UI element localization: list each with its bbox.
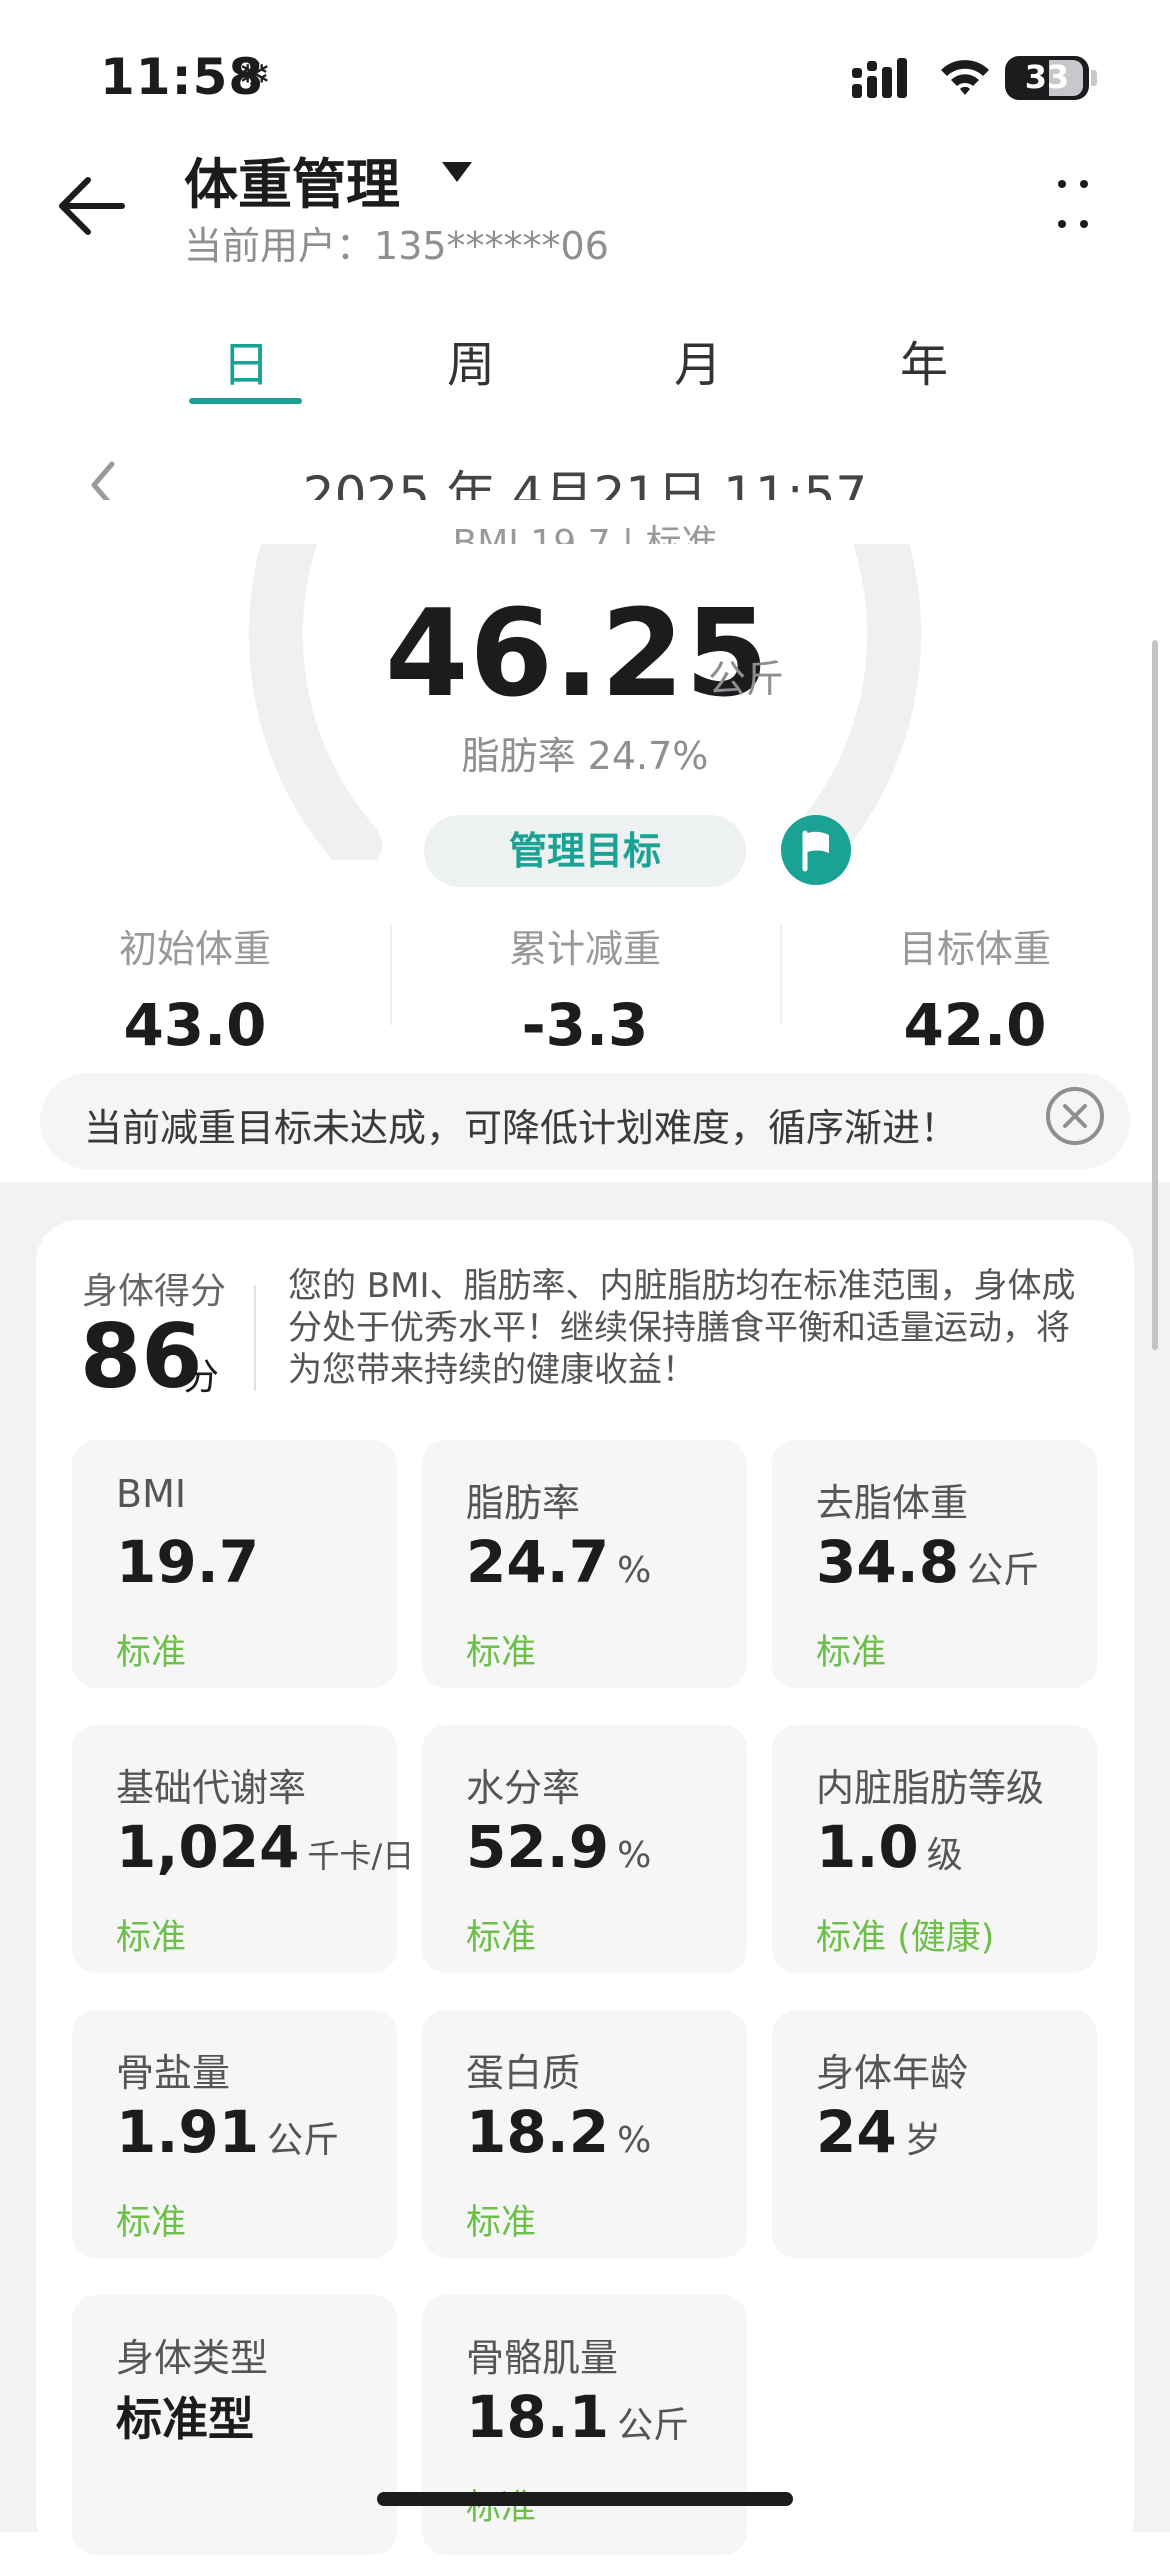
initial-weight-label: 初始体重 (118, 927, 271, 971)
metric-label: BMI (116, 1472, 187, 1516)
metric-value: 1.91 (116, 2098, 260, 2166)
scrollbar[interactable] (1152, 640, 1158, 1350)
metric-status: 标准 (116, 1918, 187, 1958)
signal-icon (852, 58, 907, 98)
score-description: 您的 BMI、脂肪率、内脏脂肪均在标准范围，身体成分处于优秀水平！继续保持膳食平… (288, 1266, 1076, 1390)
tab-week[interactable]: 周 (401, 325, 541, 395)
battery-icon: 33 (1005, 56, 1089, 100)
metric-label: 身体年龄 (816, 2051, 969, 2095)
metric-tile-fat-rate[interactable]: 脂肪率 24.7% 标准 (422, 1440, 747, 1688)
close-icon[interactable] (1046, 1087, 1104, 1145)
metric-status: 标准 (816, 1633, 887, 1673)
metric-status: 标准 (466, 1633, 537, 1673)
user-label: 当前用户： (184, 224, 375, 268)
metric-value: 1,024 (116, 1813, 300, 1881)
metric-unit: 级 (926, 1835, 963, 1876)
metric-label: 去脂体重 (816, 1481, 969, 1525)
metric-status: 标准 (健康) (816, 1918, 995, 1958)
metric-unit: 公斤 (967, 1550, 1040, 1591)
metric-tile-body-age[interactable]: 身体年龄 24 岁 (772, 2010, 1097, 2258)
more-options-icon[interactable] (1058, 180, 1088, 230)
metric-unit: 岁 (904, 2120, 941, 2161)
metric-unit: % (617, 1550, 652, 1591)
metric-tile-protein[interactable]: 蛋白质 18.2% 标准 (422, 2010, 747, 2258)
bmi-label-clipped: BMI 19.7 | 标准 (452, 523, 718, 544)
metric-value: 1.0 (816, 1813, 919, 1881)
metric-label: 蛋白质 (466, 2051, 581, 2095)
metric-unit: 公斤 (267, 2120, 340, 2161)
page-title[interactable]: 体重管理 (184, 140, 400, 219)
home-indicator[interactable] (377, 2492, 793, 2506)
goal-tip-text: 当前减重目标未达成，可降低计划难度，循序渐进！ (84, 1106, 959, 1150)
target-weight: 目标体重 42.0 (780, 918, 1170, 1059)
battery-tip (1091, 70, 1097, 86)
target-weight-label: 目标体重 (898, 927, 1051, 971)
metric-tile-visceral-fat[interactable]: 内脏脂肪等级 1.0 级 标准 (健康) (772, 1725, 1097, 1973)
caret-down-icon[interactable] (442, 162, 472, 182)
metric-tile-bmi[interactable]: BMI 19.7 标准 (72, 1440, 397, 1688)
flag-icon[interactable] (781, 815, 851, 885)
metric-status: 标准 (466, 1918, 537, 1958)
tab-month[interactable]: 月 (628, 325, 768, 395)
goal-tip-banner: 当前减重目标未达成，可降低计划难度，循序渐进！ (40, 1073, 1130, 1169)
metric-label: 水分率 (466, 1766, 581, 1810)
metric-value: 24.7 (466, 1528, 610, 1596)
metric-value: 18.1 (466, 2383, 610, 2451)
back-arrow-icon[interactable] (56, 176, 126, 236)
user-phone: 135******06 (374, 224, 609, 268)
metric-label: 身体类型 (116, 2336, 269, 2380)
metric-tile-body-type[interactable]: 身体类型 标准型 (72, 2295, 397, 2555)
metric-value: 18.2 (466, 2098, 610, 2166)
metric-status: 标准 (116, 2203, 187, 2243)
metric-value: 52.9 (466, 1813, 610, 1881)
metric-label: 内脏脂肪等级 (816, 1766, 1045, 1810)
battery-level: 33 (1024, 58, 1070, 96)
metric-tile-water-rate[interactable]: 水分率 52.9% 标准 (422, 1725, 747, 1973)
divider (254, 1285, 256, 1391)
metric-value: 24 (816, 2098, 897, 2166)
wifi-icon (941, 60, 989, 95)
metric-tile-bone-mass[interactable]: 骨盐量 1.91 公斤 标准 (72, 2010, 397, 2258)
metric-status: 标准 (466, 2203, 537, 2243)
metric-unit: 公斤 (617, 2405, 690, 2446)
total-loss: 累计减重 -3.3 (390, 918, 780, 1059)
metric-tile-bmr[interactable]: 基础代谢率 1,024 千卡/日 标准 (72, 1725, 414, 1973)
metric-value: 标准型 (116, 2392, 254, 2446)
metric-value: 34.8 (816, 1528, 960, 1596)
metric-label: 脂肪率 (466, 1481, 581, 1525)
current-user: 当前用户：135******06 (184, 215, 609, 270)
total-loss-value: -3.3 (521, 991, 649, 1059)
total-loss-label: 累计减重 (508, 927, 661, 971)
fat-rate-label: 脂肪率 24.7% (461, 734, 709, 778)
metric-status: 标准 (116, 1633, 187, 1673)
initial-weight: 初始体重 43.0 (0, 918, 390, 1059)
tab-year[interactable]: 年 (854, 325, 994, 395)
active-tab-indicator (189, 398, 302, 404)
score-unit: 分 (183, 1357, 220, 1398)
target-weight-value: 42.0 (903, 991, 1047, 1059)
metric-value: 19.7 (116, 1528, 260, 1596)
metric-unit: % (617, 1835, 652, 1876)
metric-unit: 千卡/日 (307, 1837, 415, 1875)
metric-unit: % (617, 2120, 652, 2161)
tab-day[interactable]: 日 (176, 325, 316, 395)
initial-weight-value: 43.0 (123, 991, 267, 1059)
manage-goal-button[interactable]: 管理目标 (424, 815, 746, 887)
weight-unit: 公斤 (708, 657, 785, 701)
metric-tile-lean-mass[interactable]: 去脂体重 34.8 公斤 标准 (772, 1440, 1097, 1688)
metric-label: 骨骼肌量 (466, 2336, 619, 2380)
metric-label: 骨盐量 (116, 2051, 231, 2095)
metric-tile-skeletal-muscle[interactable]: 骨骼肌量 18.1 公斤 标准 (422, 2295, 747, 2555)
metric-label: 基础代谢率 (116, 1766, 307, 1810)
snowflake-icon: ❄ (238, 52, 272, 98)
